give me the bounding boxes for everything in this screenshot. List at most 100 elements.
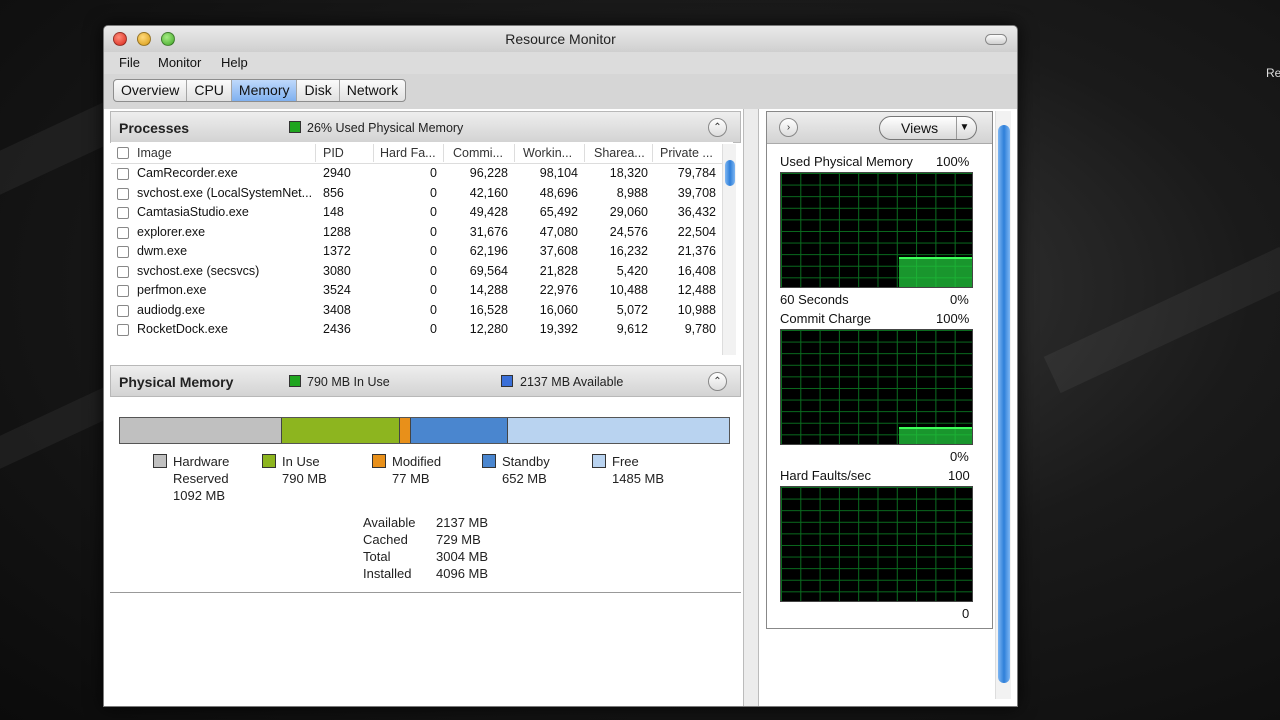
cell-pid: 3408 [323, 302, 351, 317]
title-bar[interactable]: Resource Monitor [104, 26, 1017, 52]
graph3-min: 0 [962, 606, 970, 621]
graph2-max: 100% [936, 311, 970, 326]
table-row[interactable]: explorer.exe 1288 0 31,676 47,080 24,576 22,50… [111, 223, 733, 243]
tab-overview[interactable]: Overview [114, 80, 188, 101]
table-row[interactable]: CamRecorder.exe 2940 0 96,228 98,104 18,320 79… [111, 164, 733, 184]
toolbar-toggle-button[interactable] [985, 34, 1007, 45]
processes-scrollbar[interactable] [722, 144, 736, 355]
menu-bar: File Monitor Help [104, 52, 1017, 74]
row-checkbox[interactable] [117, 226, 129, 239]
graph-fill [899, 257, 972, 287]
table-row[interactable]: CamtasiaStudio.exe 148 0 49,428 65,492 29,060… [111, 203, 733, 223]
tab-memory[interactable]: Memory [231, 80, 298, 101]
row-checkbox[interactable] [117, 207, 129, 219]
row-checkbox[interactable] [117, 246, 129, 258]
stat-label: Cached [363, 532, 408, 547]
tab-disk[interactable]: Disk [297, 80, 340, 101]
cell-hard-faults: 0 [430, 283, 437, 297]
bar-segment [411, 418, 509, 443]
cell-pid: 856 [323, 185, 344, 200]
row-checkbox[interactable] [117, 324, 129, 336]
cell-commit: 49,428 [469, 205, 508, 219]
cell-private: 22,504 [677, 224, 716, 239]
expand-arrow-icon[interactable]: › [779, 118, 798, 137]
row-checkbox[interactable] [117, 168, 129, 180]
column-image[interactable]: Image [137, 146, 172, 160]
window-title: Resource Monitor [505, 31, 616, 47]
cell-working-set: 16,060 [539, 302, 578, 317]
select-all-checkbox[interactable] [117, 147, 129, 159]
table-row[interactable]: svchost.exe (LocalSystemNet... 856 0 42,160… [111, 184, 733, 204]
cell-shareable: 18,320 [609, 166, 648, 180]
graph-scroll-thumb[interactable] [998, 125, 1010, 683]
processes-title: Processes [119, 120, 190, 136]
stat-value: 4096 MB [436, 566, 489, 581]
table-row[interactable]: dwm.exe 1372 0 62,196 37,608 16,232 21,376 [111, 242, 733, 262]
row-checkbox[interactable] [117, 187, 129, 200]
column-separator [584, 144, 585, 162]
table-row[interactable]: RocketDock.exe 2436 0 12,280 19,392 9,612 9,78… [111, 320, 733, 340]
legend-label: Reserved [173, 471, 229, 486]
used-physical-memory-graph [780, 172, 973, 288]
menu-help[interactable]: Help [221, 55, 248, 70]
cell-pid: 148 [323, 205, 344, 219]
graph-panel-scrollbar[interactable] [995, 111, 1011, 699]
legend-value: 1485 MB [612, 471, 665, 486]
tab-network[interactable]: Network [340, 80, 405, 101]
desktop-label: Re [1266, 66, 1280, 80]
graph3-label: Hard Faults/sec [780, 468, 872, 483]
column-pid[interactable]: PID [323, 146, 344, 160]
graph1-time: 60 Seconds [780, 292, 849, 307]
row-checkbox[interactable] [117, 265, 129, 278]
collapse-processes-icon[interactable]: ⌃ [708, 118, 727, 137]
cell-commit: 31,676 [469, 224, 508, 239]
cell-hard-faults: 0 [430, 185, 437, 200]
cell-commit: 69,564 [469, 263, 508, 278]
cell-shareable: 29,060 [609, 205, 648, 219]
cell-hard-faults: 0 [430, 302, 437, 317]
column-shareable[interactable]: Sharea... [594, 146, 645, 160]
cell-working-set: 21,828 [539, 263, 578, 278]
table-row[interactable]: perfmon.exe 3524 0 14,288 22,976 10,488 12,488 [111, 281, 733, 301]
column-hard-faults[interactable]: Hard Fa... [380, 146, 436, 160]
physical-memory-header[interactable]: Physical Memory 790 MB In Use 2137 MB Av… [110, 365, 741, 397]
menu-file[interactable]: File [119, 55, 140, 70]
cell-pid: 1288 [323, 224, 351, 239]
legend-swatch [592, 454, 606, 468]
views-dropdown[interactable]: Views ▼ [879, 116, 977, 140]
cell-hard-faults: 0 [430, 224, 437, 239]
column-commit[interactable]: Commi... [453, 146, 503, 160]
row-checkbox[interactable] [117, 304, 129, 317]
tab-cpu[interactable]: CPU [187, 80, 232, 101]
cell-shareable: 8,988 [616, 185, 648, 200]
cell-image: svchost.exe (LocalSystemNet... [137, 185, 313, 200]
available-swatch [501, 375, 513, 387]
panel-divider [110, 592, 741, 593]
column-working-set[interactable]: Workin... [523, 146, 572, 160]
cell-working-set: 19,392 [539, 322, 578, 336]
column-private[interactable]: Private ... [660, 146, 713, 160]
chevron-down-icon: ▼ [956, 117, 972, 139]
cell-image: svchost.exe (secsvcs) [137, 263, 260, 278]
processes-header[interactable]: Processes 26% Used Physical Memory ⌃ [110, 111, 741, 143]
bar-segment [282, 418, 400, 443]
collapse-physical-memory-icon[interactable]: ⌃ [708, 372, 727, 391]
row-checkbox[interactable] [117, 285, 129, 297]
graph1-min: 0% [950, 292, 969, 307]
processes-table-body: CamRecorder.exe 2940 0 96,228 98,104 18,320 79… [111, 164, 733, 341]
cell-image: CamtasiaStudio.exe [137, 205, 249, 219]
cell-image: dwm.exe [137, 244, 188, 258]
menu-monitor[interactable]: Monitor [158, 55, 201, 70]
table-row[interactable]: svchost.exe (secsvcs) 3080 0 69,564 21,828 5,… [111, 262, 733, 282]
cell-pid: 3524 [323, 283, 351, 297]
column-separator [652, 144, 653, 162]
table-row[interactable]: audiodg.exe 3408 0 16,528 16,060 5,072 10,988 [111, 301, 733, 321]
graph1-max: 100% [936, 154, 970, 169]
cell-image: RocketDock.exe [137, 322, 229, 336]
legend-swatch [153, 454, 167, 468]
vertical-divider [743, 109, 759, 706]
cell-image: explorer.exe [137, 224, 206, 239]
cell-commit: 12,280 [469, 322, 508, 336]
processes-scroll-thumb[interactable] [725, 160, 735, 186]
legend-label: In Use [282, 454, 320, 469]
